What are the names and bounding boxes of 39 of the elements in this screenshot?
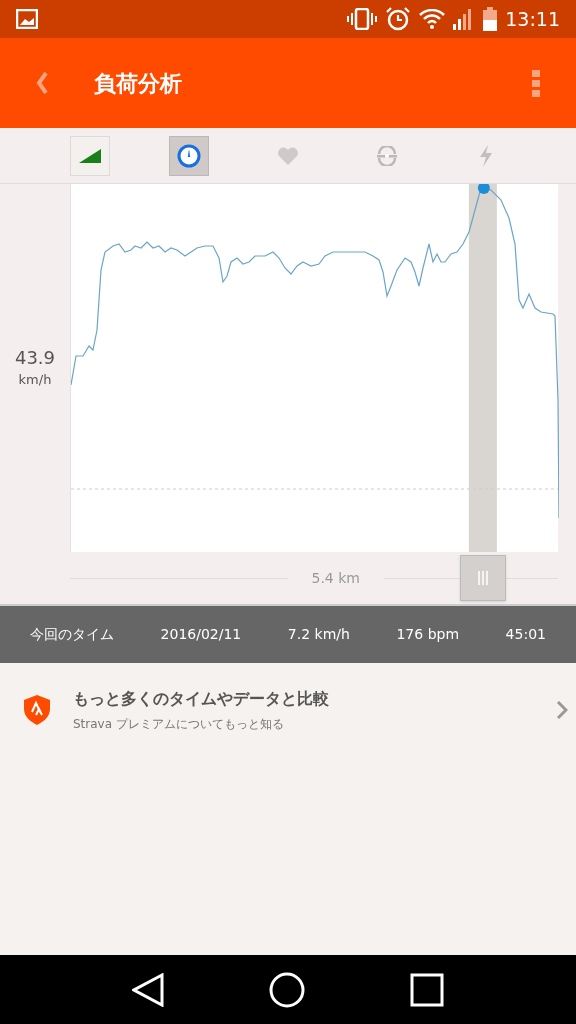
wifi-icon — [419, 9, 446, 29]
grip-icon — [477, 571, 488, 585]
home-icon — [269, 971, 305, 1008]
position-marker — [477, 184, 490, 194]
image-icon — [16, 9, 38, 29]
shield-icon — [24, 695, 50, 725]
distance-label: 5.4 km — [311, 568, 360, 588]
vibrate-icon — [347, 8, 378, 30]
home-nav-button[interactable] — [269, 971, 305, 1008]
alarm-icon — [385, 7, 412, 31]
back-chevron-icon — [36, 72, 48, 94]
recents-icon — [409, 972, 444, 1007]
stats-speed: 7.2 km/h — [287, 625, 350, 644]
metric-tab[interactable] — [168, 135, 209, 176]
stats-heart-rate: 176 bpm — [396, 625, 460, 644]
metric-tab[interactable] — [69, 135, 110, 176]
speedometer-icon — [176, 143, 201, 168]
cadence-icon — [375, 145, 400, 166]
elevation-icon — [78, 148, 101, 163]
scrubber-handle[interactable] — [459, 555, 506, 601]
recents-nav-button[interactable] — [409, 972, 444, 1007]
stats-label: 今回のタイム — [30, 625, 114, 644]
clock-time: 13:11 — [505, 6, 560, 32]
stats-date: 2016/02/11 — [160, 625, 242, 644]
speed-reading: 43.9 — [14, 347, 56, 370]
speed-unit: km/h — [18, 370, 52, 389]
back-button[interactable] — [36, 72, 48, 94]
lightning-icon — [478, 144, 495, 167]
back-icon — [132, 972, 165, 1007]
more-menu-button[interactable] — [532, 69, 540, 97]
heart-icon — [276, 146, 299, 165]
battery-icon — [483, 7, 498, 31]
chevron-right-icon — [556, 700, 568, 720]
back-nav-button[interactable] — [132, 972, 165, 1007]
screen-title: 負荷分析 — [94, 69, 182, 98]
stats-time: 45:01 — [505, 625, 546, 644]
promo-title: もっと多くのタイムやデータと比較 — [73, 688, 330, 710]
promo-subtitle: Strava プレミアムについてもっと知る — [73, 716, 285, 733]
premium-promo-row[interactable]: もっと多くのタイムやデータと比較 Strava プレミアムについてもっと知る — [0, 663, 576, 757]
